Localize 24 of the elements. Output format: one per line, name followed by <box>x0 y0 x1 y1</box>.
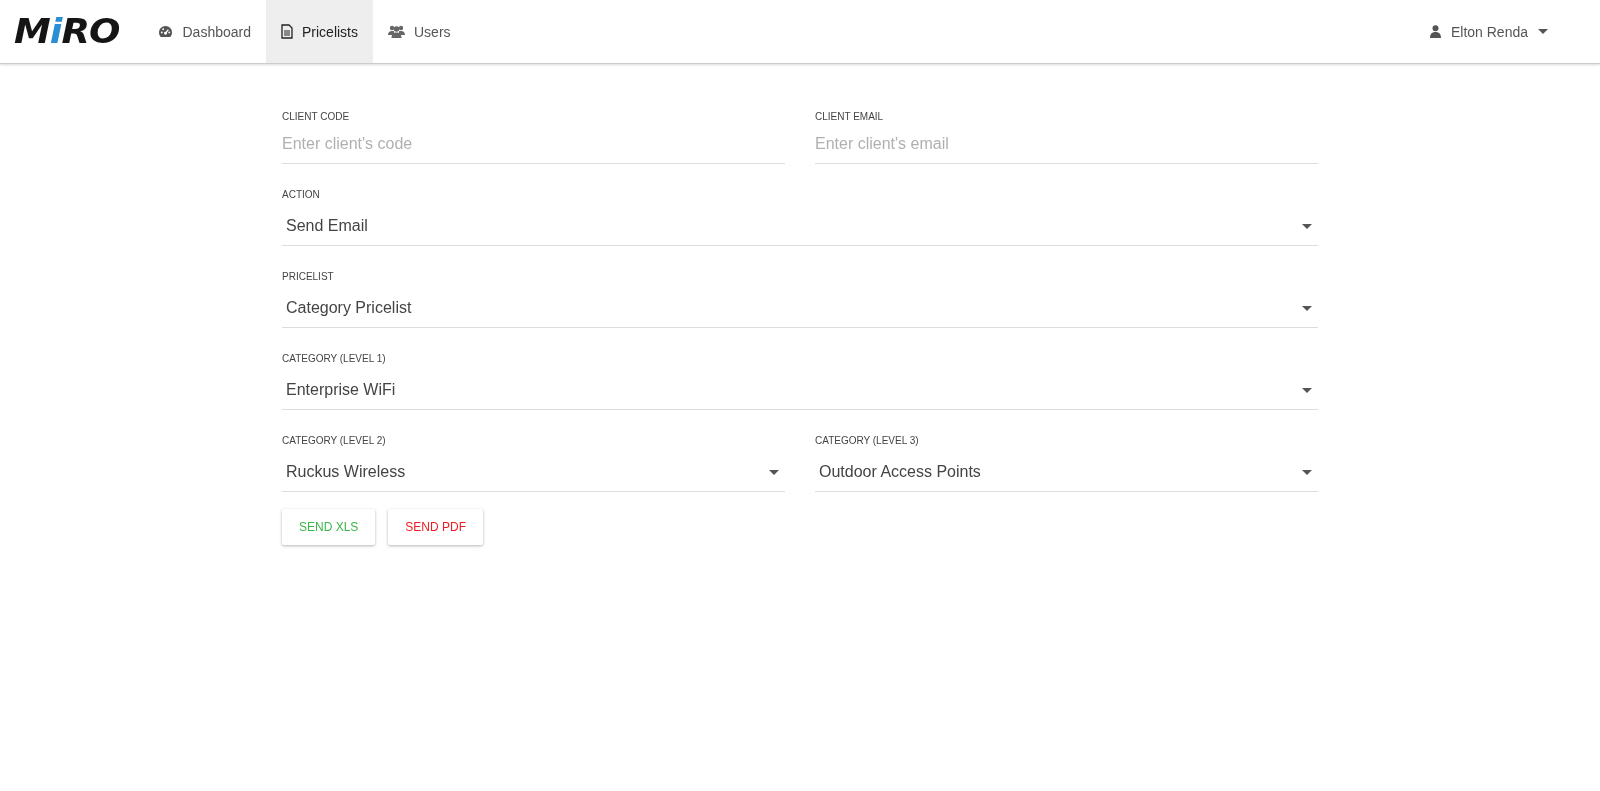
document-icon <box>281 24 293 39</box>
user-icon <box>1429 25 1441 38</box>
field-label: CLIENT CODE <box>282 111 351 122</box>
users-icon <box>388 25 405 38</box>
nav-tab[interactable]: Dashboard <box>143 0 266 63</box>
select-field[interactable]: Outdoor Access Points <box>815 463 1318 492</box>
logo[interactable]: MiRO <box>14 12 120 51</box>
nav-tab[interactable]: Users <box>373 0 466 63</box>
select-field[interactable]: Enterprise WiFi <box>282 381 1318 410</box>
user-menu[interactable]: Elton Renda <box>1450 23 1548 40</box>
select-field[interactable]: Ruckus Wireless <box>282 463 785 492</box>
field-label: PRICELIST <box>282 271 335 282</box>
field-label: CATEGORY (LEVEL 3) <box>815 435 920 446</box>
text-field[interactable]: Enter client's email <box>815 135 1318 164</box>
field-label: CLIENT EMAIL <box>815 111 885 122</box>
gauge-icon <box>158 25 174 38</box>
field-label: CATEGORY (LEVEL 2) <box>282 435 387 446</box>
select-field[interactable]: Send Email <box>282 217 1318 246</box>
send-button[interactable]: SEND PDF <box>388 509 484 545</box>
field-label: CATEGORY (LEVEL 1) <box>282 353 387 364</box>
text-field[interactable]: Enter client's code <box>282 135 785 164</box>
select-field[interactable]: Category Pricelist <box>282 299 1318 328</box>
field-label: ACTION <box>282 189 321 200</box>
nav-tab[interactable]: Pricelists <box>266 0 373 63</box>
